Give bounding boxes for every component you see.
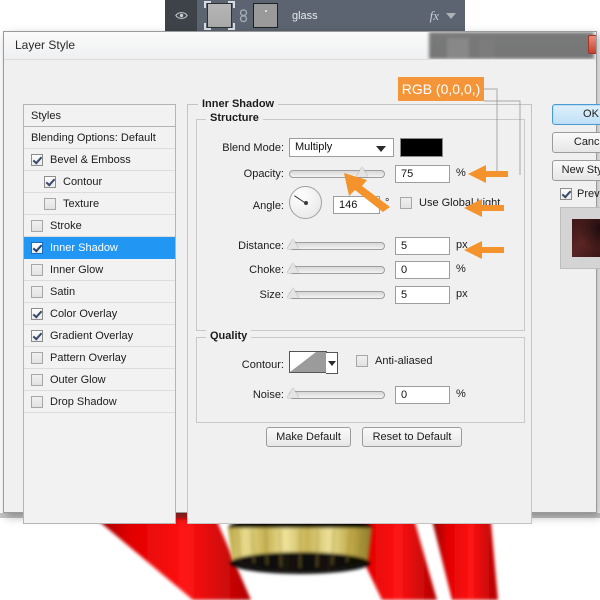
arrow-size — [464, 241, 504, 259]
arrow-angle-field — [344, 173, 390, 212]
annotation-arrows — [0, 0, 600, 600]
screenshot-root: glass fx Layer Style Styles Blending Opt… — [0, 0, 600, 600]
arrow-distance — [464, 199, 504, 217]
arrow-use-global-light — [468, 165, 508, 183]
